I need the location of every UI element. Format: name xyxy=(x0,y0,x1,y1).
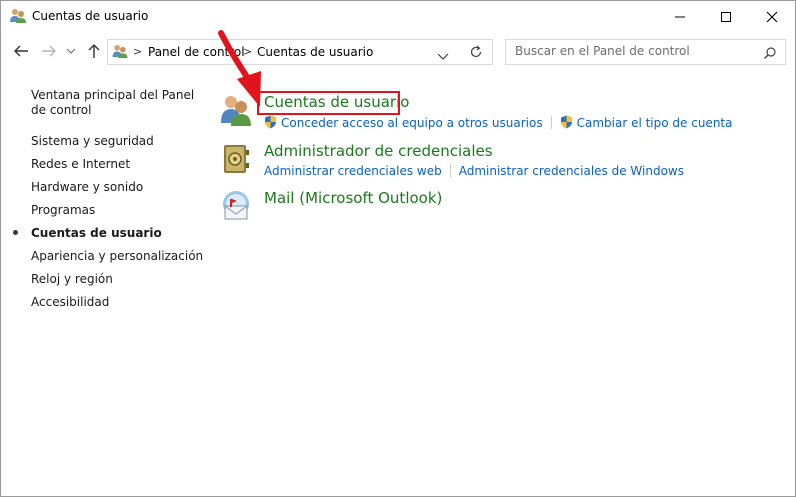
address-bar[interactable]: > Panel de control > Cuentas de usuario xyxy=(107,39,461,65)
arrow-left-icon xyxy=(14,45,28,57)
annotation-arrow xyxy=(218,30,261,107)
sidebar-item-programas[interactable]: Programas xyxy=(31,203,95,218)
sidebar-item-apariencia[interactable]: Apariencia y personalización xyxy=(31,249,203,264)
sidebar-item-redes-e-internet[interactable]: Redes e Internet xyxy=(31,157,130,172)
link-divider xyxy=(550,116,552,129)
sidebar-item-home[interactable]: Ventana principal del Panel de control xyxy=(31,88,201,118)
sidebar-item-accesibilidad[interactable]: Accesibilidad xyxy=(31,295,109,310)
chevron-down-icon xyxy=(66,48,76,54)
breadcrumb-cuentas-de-usuario[interactable]: Cuentas de usuario xyxy=(257,45,373,59)
sidebar-item-sistema-y-seguridad[interactable]: Sistema y seguridad xyxy=(31,134,154,149)
active-bullet xyxy=(13,230,18,235)
refresh-icon xyxy=(470,45,482,58)
arrow-up-icon xyxy=(88,44,100,58)
forward-button[interactable] xyxy=(40,42,58,60)
sidebar-item-reloj-y-region[interactable]: Reloj y región xyxy=(31,272,113,287)
address-dropdown-icon[interactable] xyxy=(437,46,451,60)
sidebar-item-cuentas-de-usuario[interactable]: Cuentas de usuario xyxy=(31,226,162,241)
category-title-mail[interactable]: Mail (Microsoft Outlook) xyxy=(264,189,442,207)
link-credenciales-web[interactable]: Administrar credenciales web xyxy=(264,164,442,178)
category-links: Conceder acceso al equipo a otros usuari… xyxy=(264,115,732,130)
maximize-button[interactable] xyxy=(703,1,749,32)
title-bar[interactable]: Cuentas de usuario xyxy=(1,1,795,32)
uac-shield-icon xyxy=(265,115,276,129)
minimize-button[interactable] xyxy=(657,1,703,32)
search-input[interactable] xyxy=(506,40,765,62)
recent-locations-button[interactable] xyxy=(64,42,78,60)
link-cambiar-tipo-cuenta[interactable]: Cambiar el tipo de cuenta xyxy=(577,116,733,130)
up-button[interactable] xyxy=(85,42,103,60)
highlight-box xyxy=(257,91,400,115)
link-credenciales-windows[interactable]: Administrar credenciales de Windows xyxy=(459,164,684,178)
sidebar-item-hardware-y-sonido[interactable]: Hardware y sonido xyxy=(31,180,143,195)
search-icon[interactable] xyxy=(763,45,777,59)
link-conceder-acceso[interactable]: Conceder acceso al equipo a otros usuari… xyxy=(281,116,543,130)
uac-shield-icon xyxy=(560,115,572,129)
back-button[interactable] xyxy=(12,42,30,60)
mail-icon[interactable] xyxy=(219,189,253,223)
refresh-button[interactable] xyxy=(460,39,493,65)
user-accounts-icon xyxy=(9,8,27,24)
breadcrumb-separator[interactable]: > xyxy=(133,45,142,58)
category-links: Administrar credenciales web Administrar … xyxy=(264,164,684,178)
window-title: Cuentas de usuario xyxy=(32,9,149,23)
search-box[interactable] xyxy=(505,39,786,65)
credential-manager-icon[interactable] xyxy=(219,142,253,176)
control-panel-window: Cuentas de usuario > Panel de control > … xyxy=(0,0,796,497)
close-button[interactable] xyxy=(749,1,795,32)
navigation-bar: > Panel de control > Cuentas de usuario xyxy=(1,33,795,71)
link-divider xyxy=(449,164,451,177)
arrow-right-icon xyxy=(42,45,56,57)
category-title-administrador-credenciales[interactable]: Administrador de credenciales xyxy=(264,142,493,160)
control-panel-icon xyxy=(111,44,129,59)
